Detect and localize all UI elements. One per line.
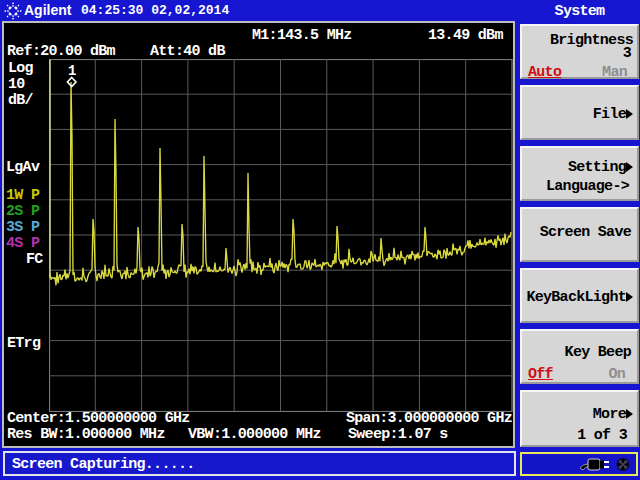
svg-text:1: 1 bbox=[68, 63, 76, 79]
